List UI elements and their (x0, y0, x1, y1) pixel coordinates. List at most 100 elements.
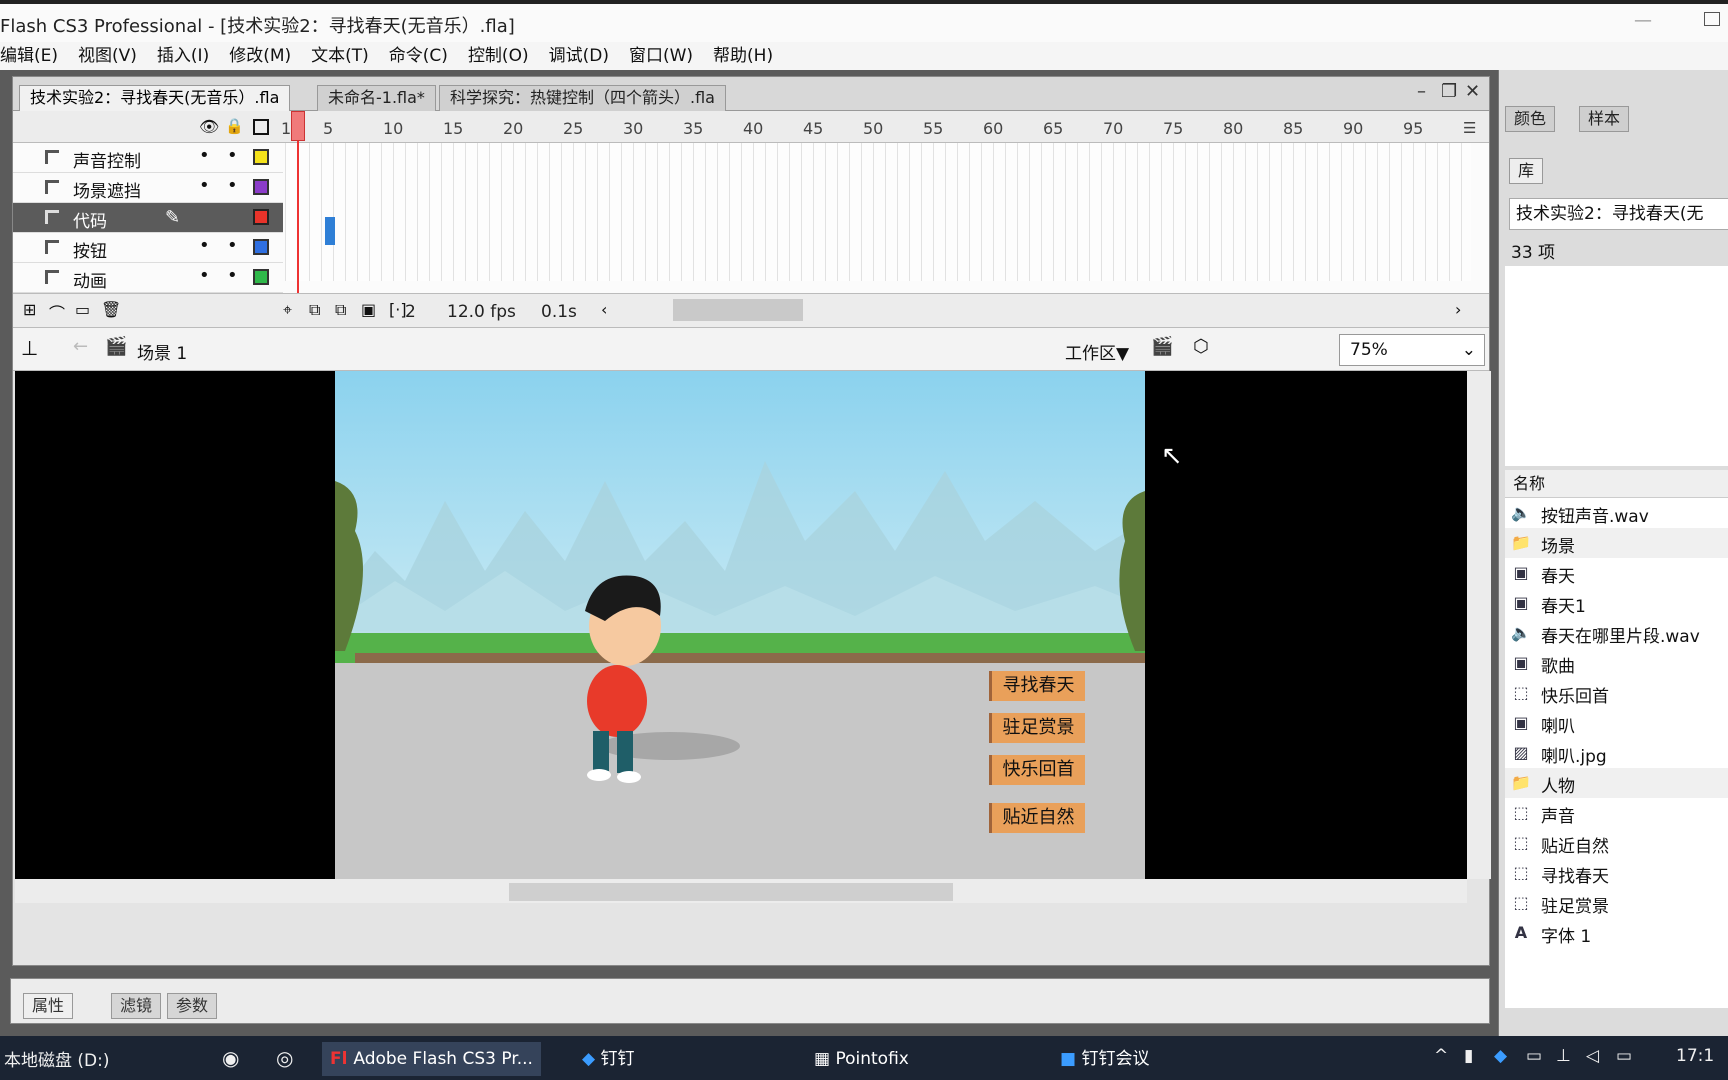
tab-parameters[interactable]: 参数 (167, 993, 218, 1019)
scroll-right-icon[interactable]: › (1455, 300, 1461, 319)
tab-library[interactable]: 库 (1509, 158, 1544, 184)
taskbar-app-meeting[interactable]: ■ 钉钉会议 (1052, 1042, 1157, 1076)
maximize-button[interactable] (1704, 12, 1720, 26)
taskbar-app-flash[interactable]: Fl Adobe Flash CS3 Pr... (322, 1042, 541, 1076)
tab-properties[interactable]: 属性 (23, 993, 74, 1019)
library-item[interactable]: 🔈 春天在哪里片段.wav (1505, 618, 1728, 648)
library-item[interactable]: ▣ 春天 (1505, 558, 1728, 588)
tab-filters[interactable]: 滤镜 (111, 993, 162, 1019)
new-folder-icon[interactable]: ▭ (75, 300, 90, 319)
taskbar-clock[interactable]: 17:1 (1676, 1046, 1714, 1066)
back-arrow-icon[interactable]: ← (73, 336, 88, 357)
onion-skin-icon[interactable]: ⧉ (309, 300, 320, 320)
tray-device-icon[interactable]: ▭ (1526, 1046, 1542, 1066)
tray-display-icon[interactable]: ▭ (1616, 1046, 1632, 1066)
menu-view[interactable]: 视图(V) (68, 42, 147, 70)
layer-row[interactable]: 动画 • • (13, 263, 283, 293)
timeline-toggle-icon[interactable]: ⊥ (21, 336, 38, 360)
delete-layer-icon[interactable]: 🗑 (101, 300, 121, 319)
stage-scroll-thumb[interactable] (509, 883, 953, 901)
outline-swatch[interactable] (253, 149, 269, 165)
new-layer-icon[interactable]: ⊞ (23, 300, 36, 319)
tray-expand-icon[interactable]: ^ (1434, 1046, 1448, 1066)
tab-swatches[interactable]: 样本 (1579, 106, 1630, 132)
library-column-name[interactable]: 名称 (1505, 470, 1728, 498)
scroll-left-icon[interactable]: ‹ (601, 300, 607, 319)
stage-canvas[interactable]: 寻找春天 驻足赏景 快乐回首 贴近自然 (335, 371, 1145, 879)
tray-dingtalk-icon[interactable]: ◆ (1494, 1046, 1507, 1066)
zoom-select[interactable]: 75% ⌄ (1339, 334, 1485, 366)
menu-commands[interactable]: 命令(C) (379, 42, 458, 70)
doc-restore-icon[interactable]: ❐ (1441, 81, 1457, 102)
frame-grid[interactable] (285, 143, 1471, 281)
timeline-scroll-thumb[interactable] (673, 299, 803, 321)
visibility-dot[interactable]: • (199, 175, 210, 196)
menu-edit[interactable]: 编辑(E) (0, 42, 68, 70)
onion-outline-icon[interactable]: ⧉ (335, 300, 346, 320)
stage-button-find-spring[interactable]: 寻找春天 (989, 671, 1085, 701)
frame-rate[interactable]: 12.0 fps (447, 302, 516, 322)
taskbar-app-dingtalk[interactable]: ◆ 钉钉 (574, 1042, 642, 1076)
tab-doc-2[interactable]: 未命名-1.fla* (317, 85, 436, 111)
library-item[interactable]: ⬚ 贴近自然 (1505, 828, 1728, 858)
tray-usb-icon[interactable]: ▮ (1464, 1046, 1473, 1066)
library-item[interactable]: 📁 人物 (1505, 768, 1728, 798)
tab-color[interactable]: 颜色 (1505, 106, 1556, 132)
eye-icon[interactable]: 👁 (199, 117, 219, 136)
stage-button-view-scenery[interactable]: 驻足赏景 (989, 713, 1085, 743)
layer-row[interactable]: 按钮 • • (13, 233, 283, 263)
timeline-menu-icon[interactable]: ☰ (1463, 119, 1476, 137)
tray-network-icon[interactable]: ⊥ (1556, 1046, 1571, 1066)
stage-button-nature[interactable]: 贴近自然 (989, 803, 1085, 833)
menu-modify[interactable]: 修改(M) (219, 42, 301, 70)
library-item[interactable]: ⬚ 快乐回首 (1505, 678, 1728, 708)
lock-dot[interactable]: • (227, 265, 238, 286)
library-item[interactable]: A 字体 1 (1505, 918, 1728, 948)
center-frame-icon[interactable]: ⌖ (283, 300, 292, 320)
taskbar-app-pointofix[interactable]: ▦ Pointofix (806, 1042, 917, 1076)
library-item[interactable]: ▨ 喇叭.jpg (1505, 738, 1728, 768)
edit-scene-icon[interactable]: 🎬 (1151, 336, 1173, 357)
outline-icon[interactable] (253, 119, 269, 135)
chrome-icon[interactable]: ◎ (276, 1046, 293, 1070)
tab-doc-1[interactable]: 技术实验2：寻找春天(无音乐）.fla (19, 85, 291, 111)
tray-volume-icon[interactable]: ◁ (1586, 1046, 1599, 1066)
menu-control[interactable]: 控制(O) (458, 42, 539, 70)
library-item[interactable]: ▣ 春天1 (1505, 588, 1728, 618)
library-item[interactable]: 🔈 按钮声音.wav (1505, 498, 1728, 528)
library-item[interactable]: ⬚ 驻足赏景 (1505, 888, 1728, 918)
lock-dot[interactable]: • (227, 145, 238, 166)
library-document-select[interactable]: 技术实验2：寻找春天(无 (1509, 198, 1728, 230)
edit-multiple-icon[interactable]: ▣ (361, 300, 376, 319)
library-item[interactable]: 📁 场景 (1505, 528, 1728, 558)
playhead[interactable] (291, 111, 305, 141)
lock-icon[interactable]: 🔒 (225, 117, 244, 135)
outline-swatch[interactable] (253, 269, 269, 285)
minimize-button[interactable]: — (1634, 10, 1652, 31)
outline-swatch[interactable] (253, 179, 269, 195)
taskbar-drive-label[interactable]: 本地磁盘 (D:) (4, 1046, 110, 1071)
doc-close-icon[interactable]: ✕ (1465, 81, 1480, 102)
layer-row[interactable]: 声音控制 • • (13, 143, 283, 173)
library-item[interactable]: ▣ 歌曲 (1505, 648, 1728, 678)
stage-button-happy-return[interactable]: 快乐回首 (989, 755, 1085, 785)
edit-symbol-icon[interactable]: ⬡ (1193, 336, 1209, 357)
visibility-dot[interactable]: • (199, 145, 210, 166)
library-item[interactable]: ▣ 喇叭 (1505, 708, 1728, 738)
layer-row-selected[interactable]: 代码 ✎ (13, 203, 283, 233)
menu-text[interactable]: 文本(T) (301, 42, 379, 70)
outline-swatch[interactable] (253, 209, 269, 225)
visibility-dot[interactable]: • (199, 265, 210, 286)
tab-doc-3[interactable]: 科学探究：热键控制（四个箭头）.fla (439, 85, 726, 111)
motion-guide-icon[interactable]: ⌒ (49, 300, 65, 324)
menu-debug[interactable]: 调试(D) (539, 42, 619, 70)
library-item[interactable]: ⬚ 寻找春天 (1505, 858, 1728, 888)
doc-minimize-icon[interactable]: – (1417, 81, 1426, 102)
lock-dot[interactable]: • (227, 175, 238, 196)
lock-dot[interactable]: • (227, 235, 238, 256)
onion-markers-icon[interactable]: [·] (389, 300, 407, 319)
workspace-menu[interactable]: 工作区▼ (1065, 339, 1129, 364)
layer-row[interactable]: 场景遮挡 • • (13, 173, 283, 203)
stage-vertical-scrollbar[interactable] (1467, 371, 1491, 879)
menu-insert[interactable]: 插入(I) (147, 42, 219, 70)
